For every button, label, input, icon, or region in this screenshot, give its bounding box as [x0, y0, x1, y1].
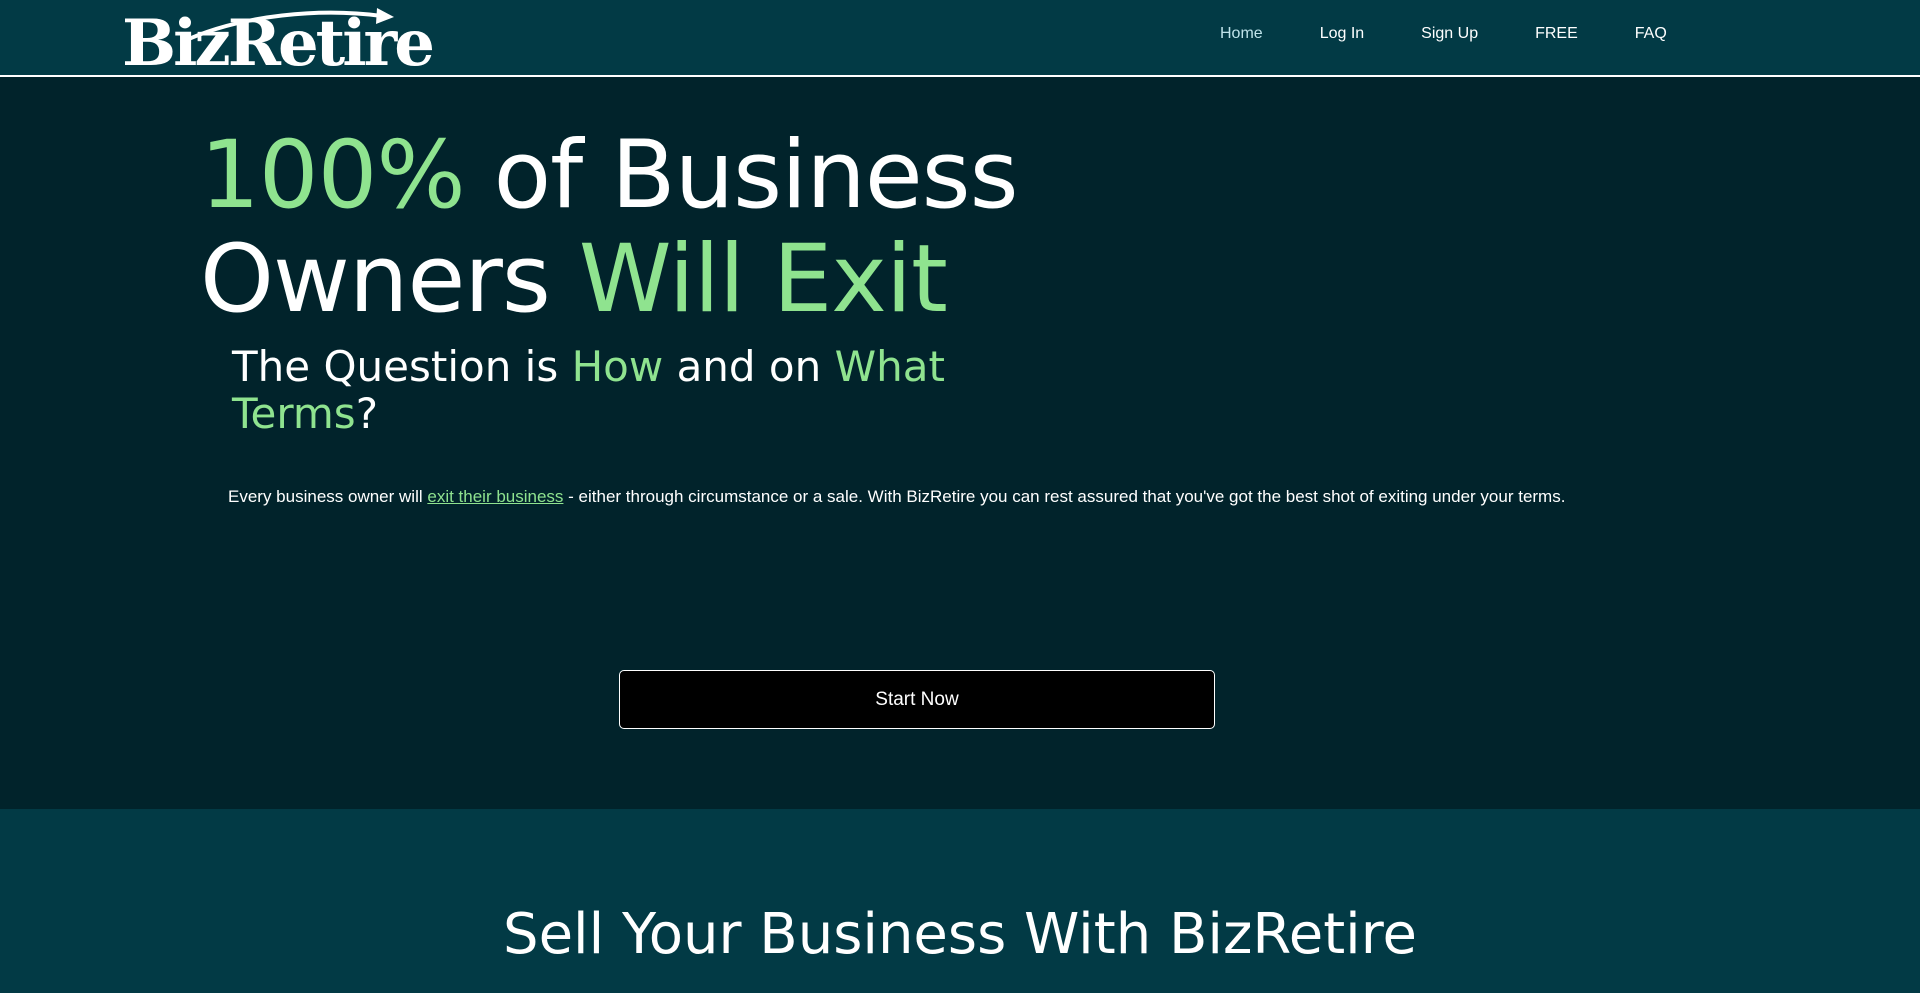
- hero-section: 100% of Business Owners Will Exit The Que…: [0, 77, 1920, 809]
- exit-business-link[interactable]: exit their business: [427, 487, 563, 506]
- hero-headline: 100% of Business Owners Will Exit: [200, 121, 1019, 334]
- subhead-question-mark: ?: [355, 389, 378, 438]
- nav-item-faq[interactable]: FAQ: [1635, 25, 1667, 43]
- body-text-end: - either through circumstance or a sale.…: [563, 487, 1566, 506]
- subhead-question: The Question is: [232, 342, 572, 391]
- sell-business-title: Sell Your Business With BizRetire: [503, 902, 1417, 967]
- site-header: BizRetire Home Log In Sign Up FREE FAQ: [0, 0, 1920, 77]
- start-now-button[interactable]: Start Now: [619, 670, 1215, 729]
- nav-item-free[interactable]: FREE: [1535, 25, 1578, 43]
- body-text-start: Every business owner will: [228, 487, 428, 506]
- brand-logo-text: BizRetire: [122, 6, 435, 81]
- nav-item-sign-up[interactable]: Sign Up: [1421, 25, 1478, 43]
- sell-business-section: Sell Your Business With BizRetire: [0, 809, 1920, 993]
- nav-item-home[interactable]: Home: [1220, 25, 1263, 43]
- subhead-how: How: [571, 342, 664, 391]
- subhead-and-on: and on: [663, 342, 835, 391]
- nav-item-log-in[interactable]: Log In: [1320, 25, 1364, 43]
- headline-will-exit: Will Exit: [578, 225, 948, 334]
- headline-percent: 100%: [200, 121, 466, 230]
- headline-of-business: of Business: [464, 121, 1019, 230]
- brand-logo[interactable]: BizRetire: [122, 4, 435, 76]
- hero-subheadline: The Question is How and on What Terms?: [232, 343, 992, 437]
- main-nav: Home Log In Sign Up FREE FAQ: [1220, 0, 1724, 68]
- hero-body-text: Every business owner will exit their bus…: [228, 482, 1588, 511]
- headline-owners: Owners: [200, 225, 579, 334]
